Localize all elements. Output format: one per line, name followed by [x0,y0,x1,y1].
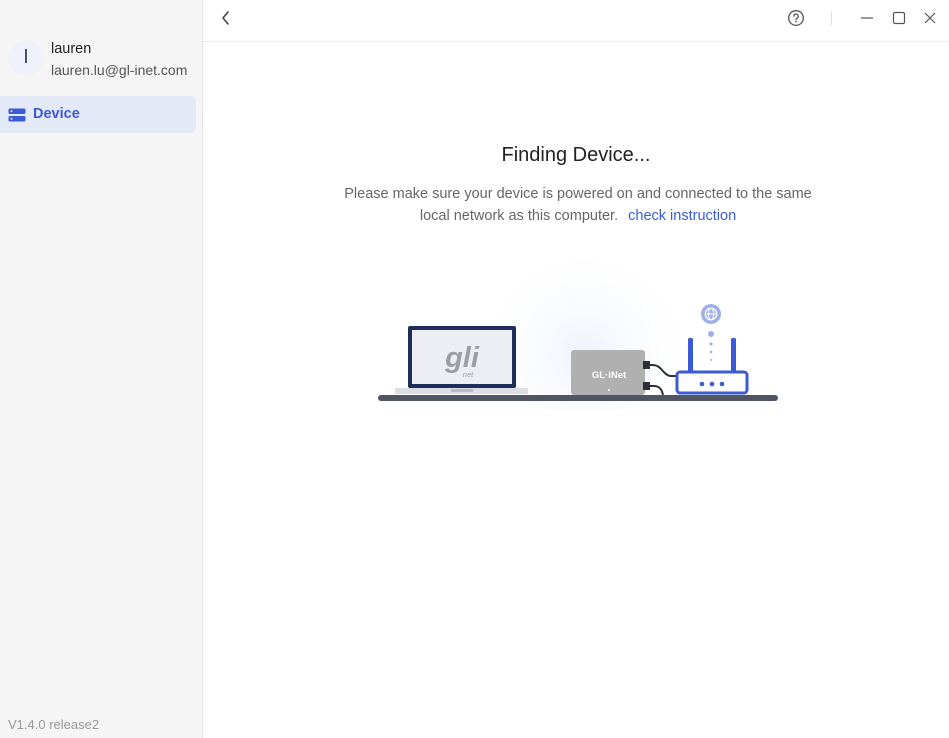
page-title: Finding Device... [501,144,651,166]
help-button[interactable] [785,9,807,31]
avatar[interactable]: l [8,40,44,76]
user-name: lauren [51,41,92,57]
title-bar [203,0,949,42]
close-button[interactable] [919,9,941,31]
sidebar-item-label: Device [33,106,80,122]
minimize-button[interactable] [856,9,878,31]
sidebar: l lauren lauren.lu@gl-inet.com Device V1… [0,0,203,738]
maximize-button[interactable] [888,9,910,31]
check-instruction-link[interactable]: check instruction [628,208,736,224]
globe-icon [701,304,721,324]
avatar-initial: l [23,47,29,68]
back-button[interactable] [215,9,237,31]
close-icon [923,11,937,30]
description-text: Please make sure your device is powered … [344,186,812,224]
finding-device-illustration: gli net GL·iNet [370,240,790,470]
toolbar-divider [831,11,832,25]
question-circle-icon [787,9,805,32]
chevron-left-icon [220,10,232,31]
instruction-text: Please make sure your device is powered … [330,183,826,227]
version-label: V1.4.0 release2 [8,717,100,732]
maximize-icon [892,11,906,30]
server-icon [8,108,26,127]
sidebar-item-device[interactable]: Device [0,96,196,133]
device-label: GL·iNet [592,370,627,381]
user-email: lauren.lu@gl-inet.com [51,62,188,78]
laptop-logo-sub: net [463,370,474,379]
minimize-icon [860,11,874,30]
